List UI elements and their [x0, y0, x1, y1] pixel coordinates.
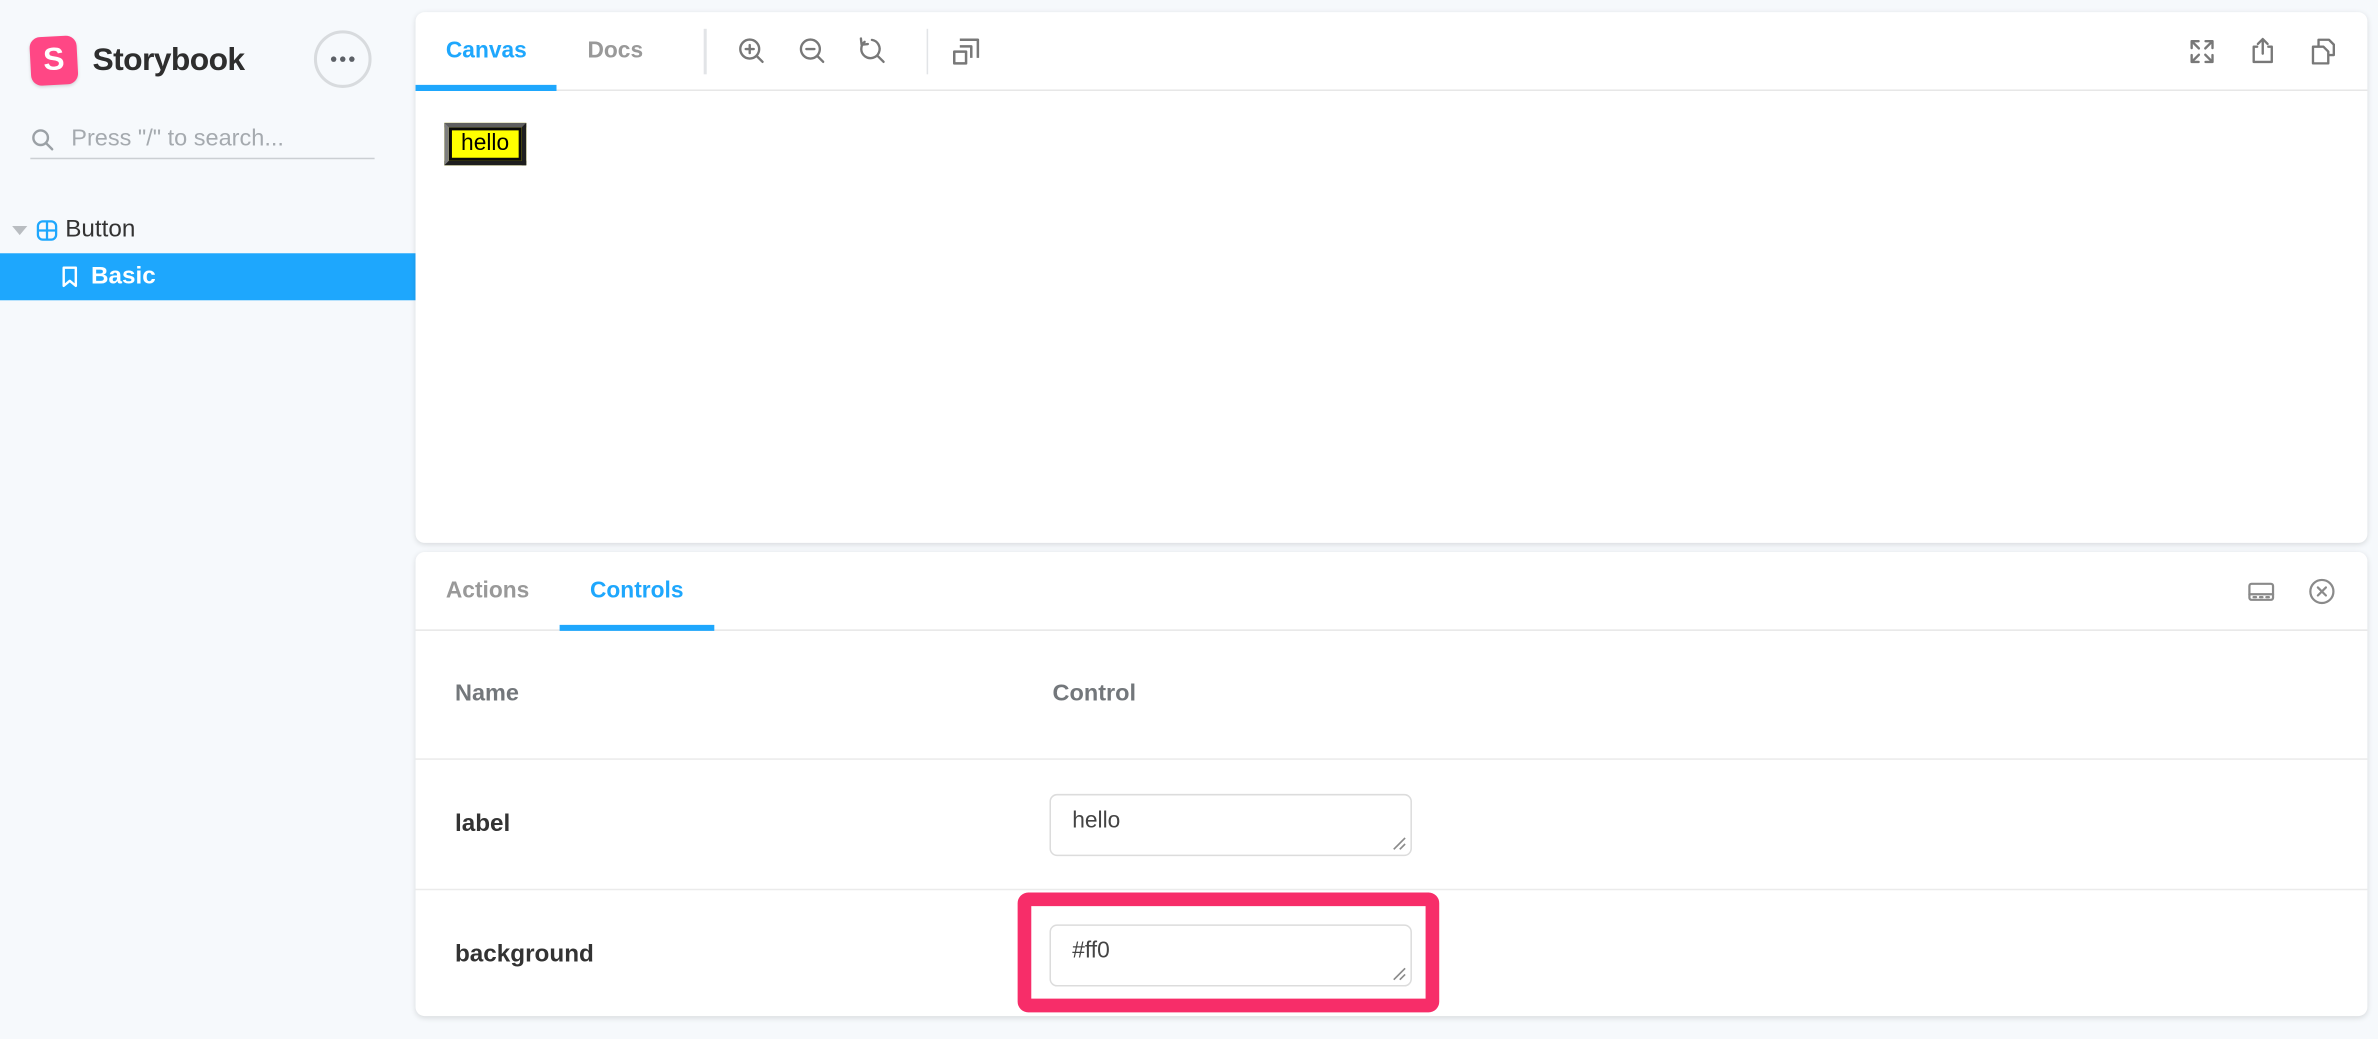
storybook-app: S Storybook: [0, 0, 2378, 1039]
panel-position-button[interactable]: [2231, 560, 2292, 621]
story-canvas: hello: [416, 91, 2368, 165]
zoom-tools: [721, 20, 903, 81]
bookmark-icon: [61, 265, 79, 288]
story-preview-button[interactable]: hello: [444, 123, 525, 165]
copy-icon: [2307, 34, 2340, 67]
zoom-out-icon: [796, 34, 829, 67]
tab-actions[interactable]: Actions: [416, 551, 560, 630]
storybook-logo-icon: S: [29, 35, 78, 86]
addon-panel: Actions Controls: [416, 552, 2368, 1016]
table-row-label: label hello: [416, 760, 2368, 890]
arg-name: background: [455, 941, 594, 968]
brand-row: S Storybook: [30, 32, 244, 90]
share-icon: [2246, 34, 2279, 67]
search-input[interactable]: [68, 124, 362, 154]
arg-name: label: [455, 811, 510, 838]
zoom-reset-icon: [856, 34, 889, 67]
menu-dots-icon: [329, 55, 356, 64]
brand-title: Storybook: [93, 42, 245, 78]
table-row-background: background #ff0: [416, 890, 2368, 1019]
sidebar-item-basic[interactable]: Basic: [0, 253, 416, 300]
name-column-header: Name: [455, 681, 519, 708]
panel-bottom-icon: [2245, 574, 2278, 607]
canvas-toolbar-right: [2172, 20, 2354, 81]
copy-button[interactable]: [2293, 20, 2354, 81]
tab-controls[interactable]: Controls: [560, 551, 714, 630]
sidebar-item-label: Button: [65, 216, 135, 243]
addon-panel-tabbar: Actions Controls: [416, 552, 2368, 631]
zoom-in-button[interactable]: [721, 20, 782, 81]
sidebar-story-label: Basic: [91, 263, 156, 290]
canvas-panel: Canvas Docs: [416, 12, 2368, 543]
background-control-textarea[interactable]: #ff0: [1049, 924, 1411, 986]
zoom-in-icon: [735, 34, 768, 67]
share-button[interactable]: [2232, 20, 2293, 81]
controls-table: Name Control label hello: [416, 631, 2368, 1019]
tab-docs[interactable]: Docs: [557, 11, 673, 90]
close-panel-button[interactable]: [2292, 560, 2353, 621]
sidebar: S Storybook: [0, 0, 416, 1039]
stacked-windows-icon: [949, 34, 982, 67]
search: [30, 121, 374, 159]
search-icon: [30, 127, 54, 151]
tab-canvas[interactable]: Canvas: [416, 11, 558, 90]
close-circle-icon: [2305, 574, 2338, 607]
background-control: #ff0: [1049, 924, 1411, 986]
addon-panel-tools: [2231, 560, 2352, 621]
controls-table-header: Name Control: [416, 631, 2368, 760]
toolbar-divider: [926, 28, 928, 73]
label-control: hello: [1049, 793, 1411, 855]
stacked-windows-button[interactable]: [936, 20, 997, 81]
caret-down-icon[interactable]: [12, 225, 27, 234]
zoom-out-button[interactable]: [782, 20, 843, 81]
canvas-toolbar: Canvas Docs: [416, 12, 2368, 91]
label-control-textarea[interactable]: hello: [1049, 793, 1411, 855]
control-column-header: Control: [1053, 681, 1137, 708]
fullscreen-button[interactable]: [2172, 20, 2233, 81]
zoom-reset-button[interactable]: [843, 20, 904, 81]
sidebar-item-button[interactable]: Button: [0, 209, 416, 250]
component-grid-icon: [36, 219, 57, 240]
sidebar-menu-button[interactable]: [314, 30, 372, 88]
toolbar-divider: [704, 28, 706, 73]
fullscreen-icon: [2185, 34, 2218, 67]
